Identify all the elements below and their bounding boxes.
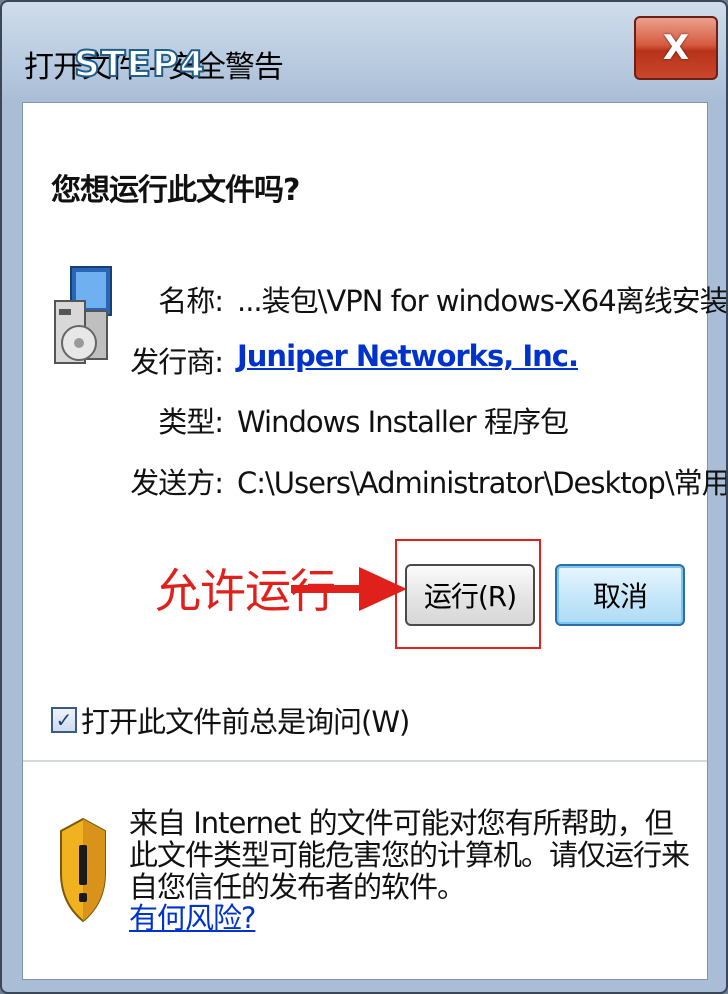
- warning-message: 来自 Internet 的文件可能对您有所帮助，但此文件类型可能危害您的计算机。…: [129, 806, 690, 904]
- field-label: 名称:: [158, 284, 224, 318]
- dialog-body: 您想运行此文件吗? 名称: ...装包\VPN for windows-X64离…: [22, 102, 726, 980]
- divider: [23, 760, 707, 762]
- close-icon: X: [662, 28, 690, 68]
- risk-link[interactable]: 有何风险?: [129, 895, 256, 937]
- security-warning-dialog: 打开文件 - 安全警告 STEP4 X 您想运行此文件吗? 名称: ...装包\…: [0, 0, 728, 994]
- always-ask-checkbox[interactable]: ✓: [51, 707, 77, 733]
- file-name-value: ...装包\VPN for windows-X64离线安装包.msi: [237, 284, 728, 318]
- file-source-value: C:\Users\Administrator\Desktop\常用软件\...: [237, 466, 728, 500]
- run-button[interactable]: 运行(R): [405, 564, 535, 626]
- step-badge: STEP4: [73, 43, 206, 86]
- field-label: 类型:: [158, 405, 224, 439]
- title-bar[interactable]: 打开文件 - 安全警告 STEP4 X: [2, 2, 726, 100]
- always-ask-checkbox-row[interactable]: ✓ 打开此文件前总是询问(W): [51, 699, 410, 741]
- close-button[interactable]: X: [634, 16, 718, 80]
- publisher-link[interactable]: Juniper Networks, Inc.: [237, 339, 579, 373]
- cancel-button[interactable]: 取消: [555, 564, 685, 626]
- checkmark-icon: ✓: [55, 708, 73, 732]
- always-ask-label[interactable]: 打开此文件前总是询问(W): [81, 699, 410, 741]
- field-label: 发行商:: [130, 345, 224, 379]
- red-arrow-icon: [291, 567, 407, 611]
- dialog-question: 您想运行此文件吗?: [51, 173, 300, 208]
- file-type-value: Windows Installer 程序包: [237, 405, 569, 439]
- field-label: 发送方:: [130, 466, 224, 500]
- shield-warning-icon: [60, 817, 106, 923]
